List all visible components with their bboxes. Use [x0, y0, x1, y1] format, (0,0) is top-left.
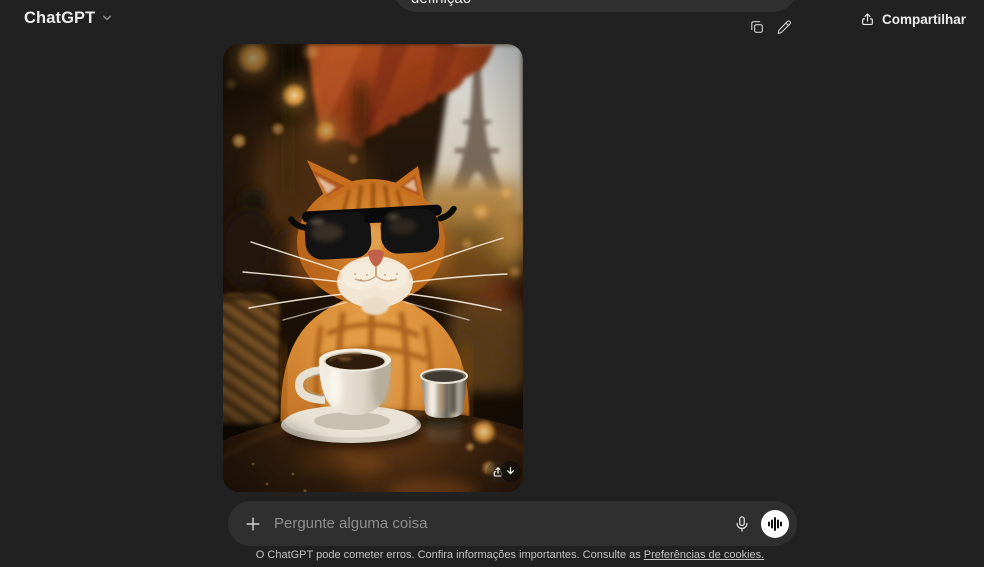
edit-icon — [777, 20, 791, 34]
message-actions — [749, 19, 792, 35]
disclaimer-text: O ChatGPT pode cometer erros. Confira in… — [255, 549, 641, 561]
image-download-button[interactable] — [500, 461, 521, 482]
composer — [228, 501, 797, 546]
share-label: Compartilhar — [881, 11, 966, 27]
attach-button[interactable] — [241, 512, 265, 536]
copy-icon — [751, 21, 763, 33]
download-icon — [507, 466, 514, 475]
generated-image[interactable] — [223, 44, 523, 492]
model-switcher[interactable]: ChatGPT — [20, 6, 117, 30]
chevron-down-icon — [103, 15, 112, 21]
cookie-preferences-link[interactable]: Preferências de cookies. — [644, 549, 764, 561]
chatgpt-window: ChatGPT Compartilhar definição — [0, 0, 984, 567]
edit-button[interactable] — [776, 19, 792, 35]
disclaimer: O ChatGPT pode cometer erros. Confira in… — [223, 549, 797, 561]
waveform-icon — [768, 516, 782, 531]
vignette — [223, 44, 523, 492]
voice-mode-button[interactable] — [761, 509, 789, 538]
microphone-icon — [736, 515, 748, 532]
app-title: ChatGPT — [24, 8, 96, 27]
share-button[interactable]: Compartilhar — [854, 6, 972, 32]
message-input[interactable] — [274, 515, 729, 532]
plus-icon — [246, 516, 260, 531]
share-icon — [862, 12, 873, 25]
copy-button[interactable] — [749, 19, 765, 35]
user-message-text: definição — [411, 0, 471, 7]
user-message-bubble: definição — [393, 0, 797, 12]
dictate-button[interactable] — [729, 511, 755, 537]
cat-cafe-photo — [223, 44, 523, 492]
